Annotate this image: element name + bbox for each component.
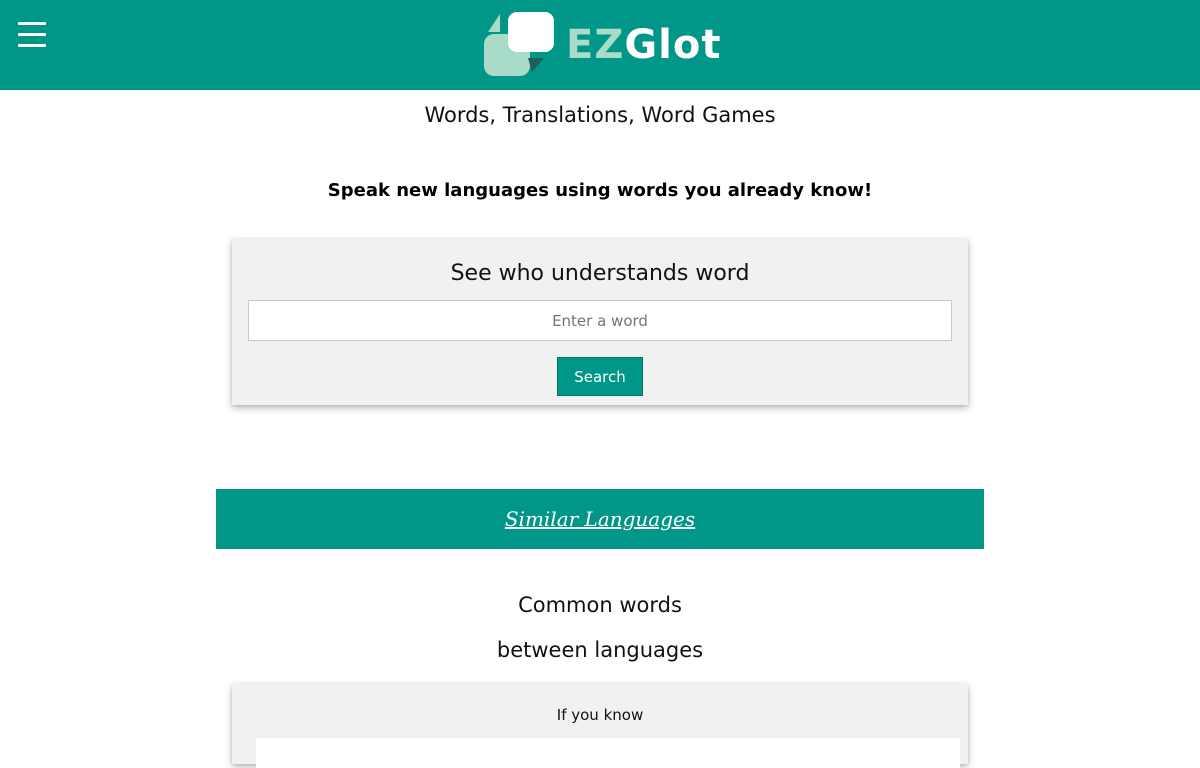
word-search-title: See who understands word [450, 261, 750, 286]
word-search-card: See who understands word Search [232, 239, 968, 405]
site-subtagline: Speak new languages using words you alre… [327, 180, 873, 201]
if-you-know-label: If you know [556, 706, 644, 724]
chat-bubbles-icon [484, 12, 554, 76]
site-tagline: Words, Translations, Word Games [424, 103, 776, 127]
site-logo[interactable]: EZGlot [482, 12, 721, 78]
logo-wordmark: EZGlot [566, 25, 721, 65]
common-words-heading-line2: between languages [496, 638, 704, 662]
similar-languages-link[interactable]: Similar Languages [505, 507, 695, 531]
hamburger-menu-icon[interactable] [18, 22, 46, 50]
common-words-heading-line1: Common words [518, 593, 682, 617]
logo-text-glot: Glot [624, 22, 722, 68]
common-words-card: If you know [232, 684, 968, 768]
search-button[interactable]: Search [557, 357, 643, 396]
site-header: EZGlot [0, 0, 1200, 90]
known-language-select[interactable] [256, 738, 960, 768]
word-search-input[interactable] [248, 300, 952, 341]
logo-text-ez: EZ [566, 22, 625, 68]
similar-languages-banner: Similar Languages [216, 489, 984, 549]
